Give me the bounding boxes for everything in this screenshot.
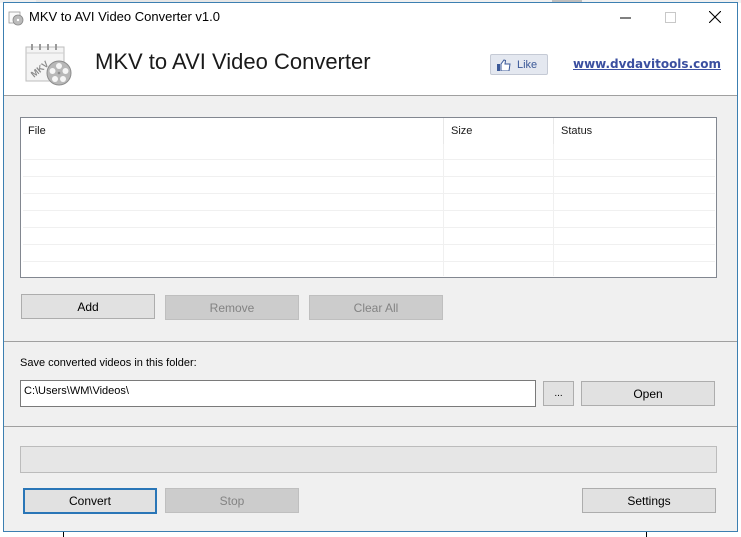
title-bar[interactable]: MKV to AVI Video Converter v1.0 (4, 3, 737, 31)
row-gridline (23, 159, 715, 160)
maximize-icon (664, 11, 676, 23)
row-gridline (23, 210, 715, 211)
column-gridline (553, 144, 554, 276)
row-gridline (23, 261, 715, 262)
mkv-film-reel-icon: MKV (25, 44, 72, 86)
background-edge (646, 532, 647, 537)
minimize-button[interactable] (602, 3, 648, 31)
browse-button[interactable]: ... (543, 381, 574, 406)
close-button[interactable] (692, 3, 738, 31)
app-heading: MKV to AVI Video Converter (95, 49, 371, 74)
settings-button[interactable]: Settings (582, 488, 716, 513)
header-banner: MKV MKV to AVI Video Converter Like www.… (4, 31, 737, 96)
row-gridline (23, 193, 715, 194)
section-divider (4, 341, 737, 342)
conversion-progress-bar (20, 446, 717, 473)
column-header-status[interactable]: Status (553, 118, 716, 144)
output-folder-input[interactable]: C:\Users\WM\Videos\ (20, 380, 536, 407)
add-button[interactable]: Add (21, 294, 155, 319)
convert-button[interactable]: Convert (23, 488, 157, 514)
column-header-size[interactable]: Size (443, 118, 553, 144)
column-gridline (443, 144, 444, 276)
thumbs-up-icon (497, 58, 511, 71)
close-icon (709, 11, 721, 23)
stop-button[interactable]: Stop (165, 488, 299, 513)
section-divider (4, 426, 737, 427)
like-label: Like (517, 58, 538, 71)
app-icon (8, 11, 24, 26)
remove-button[interactable]: Remove (165, 295, 299, 320)
like-button[interactable]: Like (490, 54, 548, 75)
minimize-icon (619, 17, 631, 18)
window-title: MKV to AVI Video Converter v1.0 (29, 9, 221, 24)
clear-all-button[interactable]: Clear All (309, 295, 443, 320)
row-gridline (23, 244, 715, 245)
open-folder-button[interactable]: Open (581, 381, 715, 406)
row-gridline (23, 176, 715, 177)
column-header-file[interactable]: File (21, 118, 443, 144)
website-link[interactable]: www.dvdavitools.com (573, 57, 721, 71)
maximize-button[interactable] (647, 3, 693, 31)
row-gridline (23, 227, 715, 228)
app-window: MKV to AVI Video Converter v1.0 MKV MKV … (3, 2, 738, 532)
output-folder-label: Save converted videos in this folder: (20, 357, 197, 369)
background-edge (63, 532, 64, 537)
file-list[interactable]: File Size Status (20, 117, 717, 278)
